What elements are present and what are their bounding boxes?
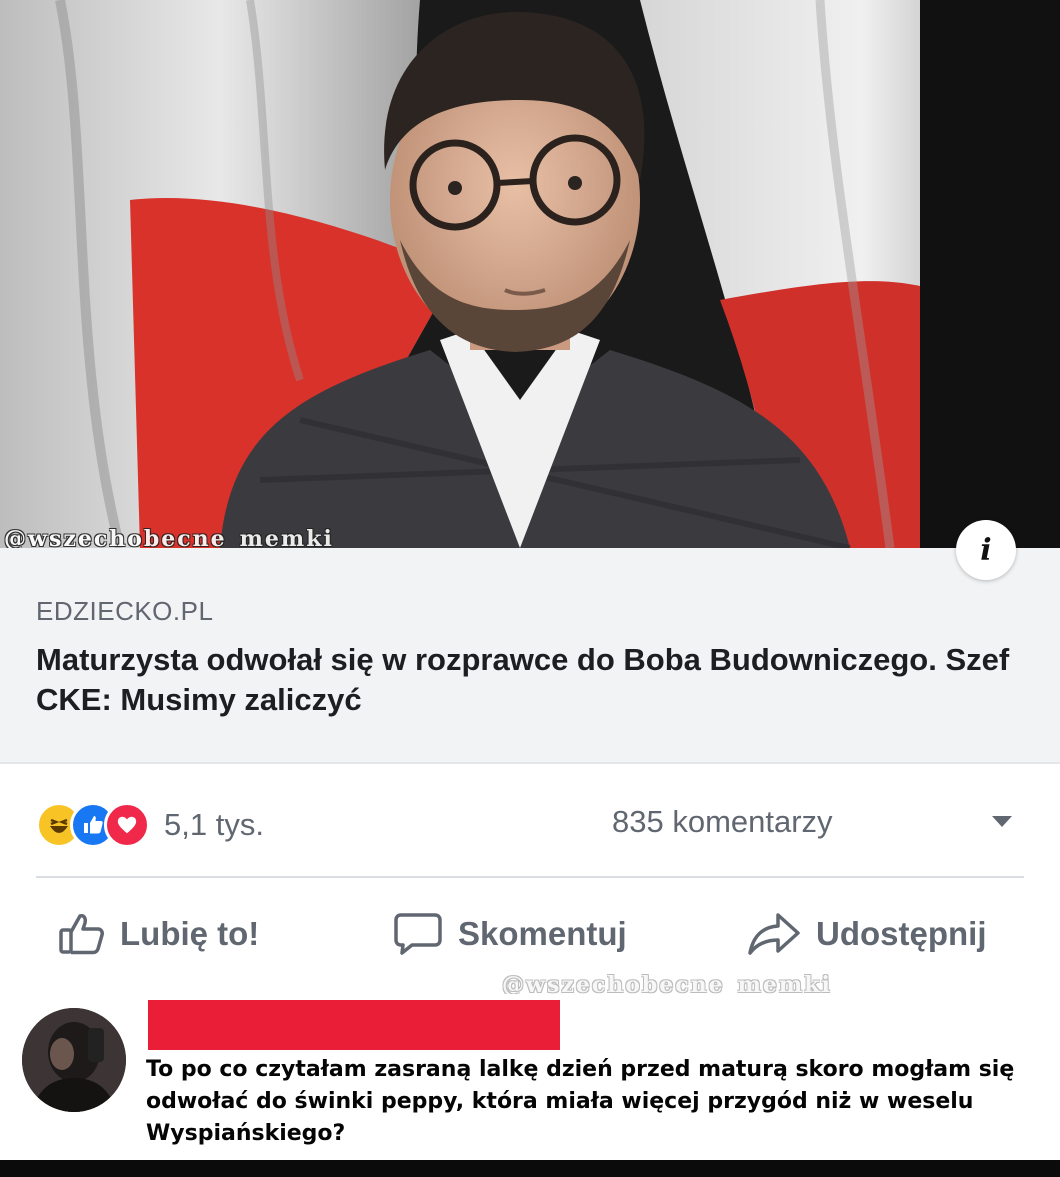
- article-photo[interactable]: @wszechobecne_memki: [0, 0, 1060, 548]
- photo-watermark: @wszechobecne_memki: [4, 526, 334, 548]
- comments-count[interactable]: 835 komentarzy: [612, 804, 833, 840]
- comment-label: Skomentuj: [458, 915, 627, 952]
- share-button[interactable]: Udostępnij: [746, 904, 987, 964]
- stats-divider: [36, 876, 1024, 878]
- avatar[interactable]: [22, 1008, 126, 1112]
- share-label: Udostępnij: [816, 915, 987, 952]
- redacted-author-name: [148, 1000, 560, 1050]
- comment-button[interactable]: Skomentuj: [392, 904, 627, 964]
- speech-bubble-icon: [394, 913, 442, 955]
- info-icon[interactable]: i: [956, 520, 1016, 580]
- thumbs-up-icon: [59, 914, 104, 955]
- link-headline[interactable]: Maturzysta odwołał się w rozprawce do Bo…: [36, 640, 1016, 720]
- politician-photo-illustration: [0, 0, 1060, 548]
- caret-down-icon[interactable]: [990, 814, 1014, 828]
- bottom-edge: [0, 1160, 1060, 1177]
- like-label: Lubię to!: [120, 915, 260, 952]
- avatar-photo: [22, 1008, 126, 1112]
- like-button[interactable]: Lubię to!: [58, 904, 259, 964]
- reactions-count[interactable]: 5,1 tys.: [164, 807, 264, 843]
- love-reaction-icon: [104, 802, 150, 848]
- comment-text: To po co czytałam zasraną lalkę dzień pr…: [146, 1057, 1015, 1146]
- link-domain: EDZIECKO.PL: [36, 596, 214, 626]
- share-arrow-icon: [748, 913, 800, 955]
- reactions-summary[interactable]: 5,1 tys.: [36, 802, 264, 848]
